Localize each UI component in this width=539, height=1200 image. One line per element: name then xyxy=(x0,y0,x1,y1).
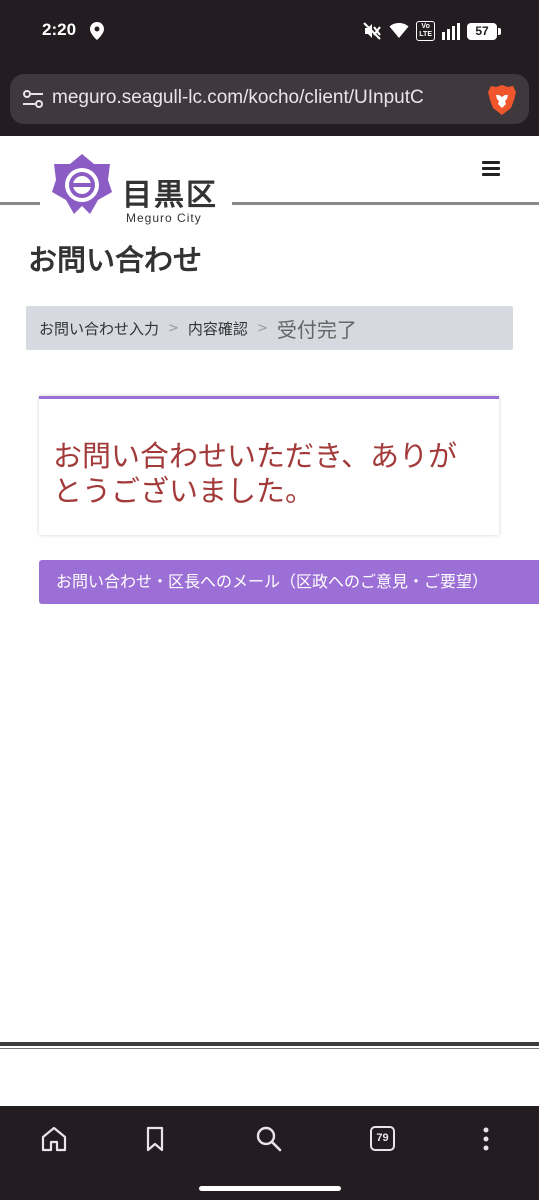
wifi-icon xyxy=(389,23,409,38)
status-bar: 2:20 Vo LTE 57 xyxy=(0,0,539,62)
breadcrumb-step-confirm: 内容確認 xyxy=(187,319,248,338)
home-icon[interactable] xyxy=(39,1124,69,1154)
breadcrumb-step-complete: 受付完了 xyxy=(276,317,357,342)
address-bar[interactable]: meguro.seagull-lc.com/kocho/client/UInpu… xyxy=(10,74,529,124)
mute-icon xyxy=(363,22,382,40)
mayor-mail-link-button[interactable]: お問い合わせ・区長へのメール（区政へのご意見・ご要望） xyxy=(39,560,539,604)
breadcrumb: お問い合わせ入力 > 内容確認 > 受付完了 xyxy=(26,306,513,350)
gesture-handle xyxy=(199,1186,341,1191)
battery-icon: 57 xyxy=(467,22,501,40)
status-icons: Vo LTE 57 xyxy=(362,20,501,42)
webpage: 目黒区 Meguro City お問い合わせ お問い合わせ入力 > 内容確認 >… xyxy=(0,136,539,1106)
bookmark-icon[interactable] xyxy=(140,1124,170,1154)
page-title: お問い合わせ xyxy=(28,243,203,277)
hamburger-menu-icon[interactable] xyxy=(482,161,500,177)
location-icon xyxy=(90,22,104,40)
tabs-icon[interactable]: 79 xyxy=(370,1126,395,1151)
logo-english: Meguro City xyxy=(126,211,202,225)
footer-divider-thin xyxy=(0,1048,539,1049)
breadcrumb-separator: > xyxy=(256,320,268,336)
thanks-message: お問い合わせいただき、ありがとうございました。 xyxy=(53,439,457,508)
brave-lion-icon[interactable] xyxy=(487,84,517,116)
status-time: 2:20 xyxy=(42,20,77,39)
browser-toolbar: meguro.seagull-lc.com/kocho/client/UInpu… xyxy=(0,62,539,136)
volte-badge: Vo LTE xyxy=(416,21,435,41)
site-logo[interactable]: 目黒区 Meguro City xyxy=(40,148,232,230)
footer-divider xyxy=(0,1042,539,1046)
search-icon[interactable] xyxy=(254,1124,284,1154)
meguro-emblem-icon xyxy=(52,154,112,214)
signal-icon xyxy=(442,23,460,40)
url-text[interactable]: meguro.seagull-lc.com/kocho/client/UInpu… xyxy=(52,87,484,109)
browser-bottom-toolbar: 79 xyxy=(0,1106,539,1200)
breadcrumb-separator: > xyxy=(168,320,179,336)
more-icon[interactable] xyxy=(471,1124,501,1154)
site-settings-icon[interactable] xyxy=(22,88,44,110)
breadcrumb-step-input: お問い合わせ入力 xyxy=(39,319,160,338)
logo-kanji: 目黒区 xyxy=(122,178,218,213)
thanks-card: お問い合わせいただき、ありがとうございました。 xyxy=(39,396,499,535)
